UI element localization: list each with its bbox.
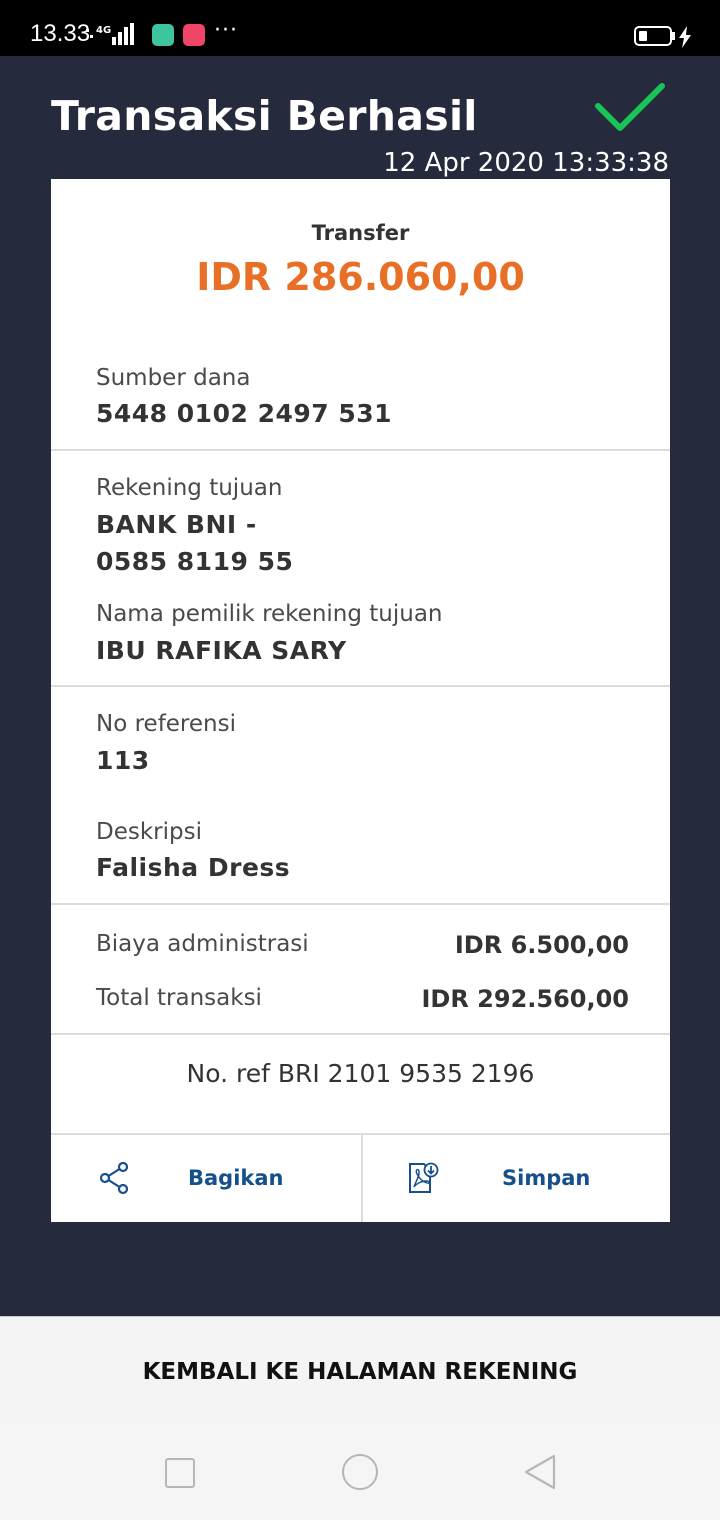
- destination-label: Rekening tujuan: [96, 475, 283, 501]
- page-title: Transaksi Berhasil: [51, 92, 478, 140]
- check-icon: [595, 83, 665, 131]
- description-value: Falisha Dress: [96, 853, 291, 882]
- back-to-account-label: KEMBALI KE HALAMAN REKENING: [142, 1359, 578, 1385]
- divider: [51, 903, 670, 905]
- reference-label: No referensi: [96, 711, 236, 737]
- reference-value: 113: [96, 746, 150, 775]
- divider: [51, 1033, 670, 1035]
- source-value: 5448 0102 2497 531: [96, 399, 393, 428]
- back-icon[interactable]: [522, 1452, 558, 1492]
- owner-value: IBU RAFIKA SARY: [96, 636, 347, 665]
- divider: [51, 685, 670, 687]
- destination-account: 0585 8119 55: [96, 547, 294, 576]
- admin-fee-value: IDR 6.500,00: [454, 931, 629, 959]
- divider: [51, 449, 670, 451]
- save-label: Simpan: [502, 1166, 591, 1190]
- share-label: Bagikan: [188, 1166, 284, 1190]
- owner-label: Nama pemilik rekening tujuan: [96, 601, 443, 627]
- bri-reference: No. ref BRI 2101 9535 2196: [186, 1059, 535, 1088]
- home-icon[interactable]: [342, 1454, 378, 1490]
- signal-icon: 4G: [86, 23, 134, 45]
- destination-bank: BANK BNI -: [96, 510, 257, 539]
- back-to-account-button[interactable]: KEMBALI KE HALAMAN REKENING: [0, 1316, 720, 1424]
- pdf-download-icon: [409, 1162, 439, 1193]
- app-notification-icon: [183, 24, 205, 46]
- transaction-type: Transfer: [311, 221, 410, 245]
- description-label: Deskripsi: [96, 819, 202, 845]
- source-label: Sumber dana: [96, 365, 251, 391]
- admin-fee-label: Biaya administrasi: [96, 931, 309, 957]
- transaction-amount: IDR 286.060,00: [196, 255, 525, 299]
- total-label: Total transaksi: [96, 985, 262, 1011]
- charging-icon: [679, 26, 691, 48]
- save-button[interactable]: Simpan: [363, 1135, 670, 1222]
- transaction-datetime: 12 Apr 2020 13:33:38: [383, 148, 669, 178]
- share-icon: [99, 1161, 129, 1195]
- app-notification-icon: [152, 24, 174, 46]
- share-button[interactable]: Bagikan: [51, 1135, 361, 1222]
- total-value: IDR 292.560,00: [421, 985, 629, 1013]
- more-notifications-icon: ···: [214, 18, 238, 43]
- recents-icon[interactable]: [165, 1458, 195, 1488]
- navigation-bar: [0, 1424, 720, 1520]
- receipt-card: Transfer IDR 286.060,00 Sumber dana 5448…: [51, 179, 670, 1222]
- network-type: 4G: [96, 25, 111, 36]
- status-bar: 13.33 4G ···: [0, 0, 720, 56]
- battery-icon: [634, 26, 672, 46]
